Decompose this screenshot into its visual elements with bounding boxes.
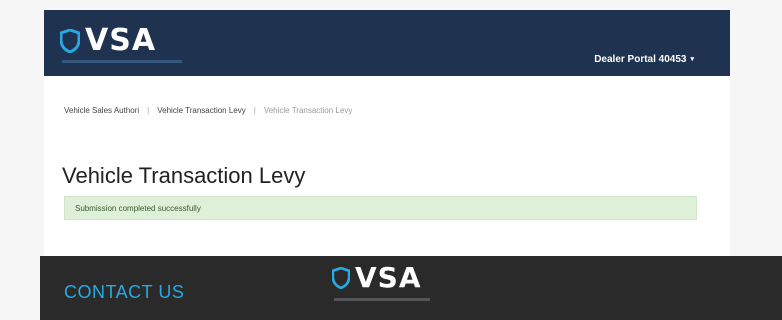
breadcrumb-separator: | <box>253 106 256 115</box>
caret-down-icon: ▾ <box>690 56 694 63</box>
breadcrumb-link-levy[interactable]: Vehicle Transaction Levy <box>157 106 246 115</box>
logo-tagline-decoration <box>62 60 182 63</box>
success-alert: Submission completed successfully <box>64 196 697 220</box>
account-menu[interactable]: Dealer Portal 40453 ▾ <box>594 54 694 65</box>
breadcrumb-current: Vehicle Transaction Levy <box>263 106 353 115</box>
vsa-logo[interactable]: VSA <box>60 23 182 63</box>
breadcrumb-link-home[interactable]: Vehicle Sales Authori <box>64 106 139 115</box>
site-header: VSA Dealer Portal 40453 ▾ <box>44 10 730 76</box>
logo-wordmark: VSA <box>85 23 157 58</box>
page: VSA Dealer Portal 40453 ▾ Vehicle Sales … <box>0 0 782 320</box>
shield-icon <box>60 29 80 53</box>
main-content: Vehicle Sales Authori | Vehicle Transact… <box>44 76 730 256</box>
footer-vsa-logo[interactable]: VSA <box>332 261 430 301</box>
contact-us-link[interactable]: CONTACT US <box>64 282 184 303</box>
breadcrumb: Vehicle Sales Authori | Vehicle Transact… <box>64 106 352 115</box>
footer-logo-wordmark: VSA <box>355 261 422 294</box>
footer-logo-tagline-decoration <box>334 298 430 301</box>
breadcrumb-separator: | <box>147 106 150 115</box>
success-alert-text: Submission completed successfully <box>75 204 201 213</box>
site-footer: CONTACT US VSA <box>40 256 782 320</box>
shield-icon <box>332 267 350 289</box>
page-title: Vehicle Transaction Levy <box>62 162 306 188</box>
account-label: Dealer Portal 40453 <box>594 54 687 65</box>
